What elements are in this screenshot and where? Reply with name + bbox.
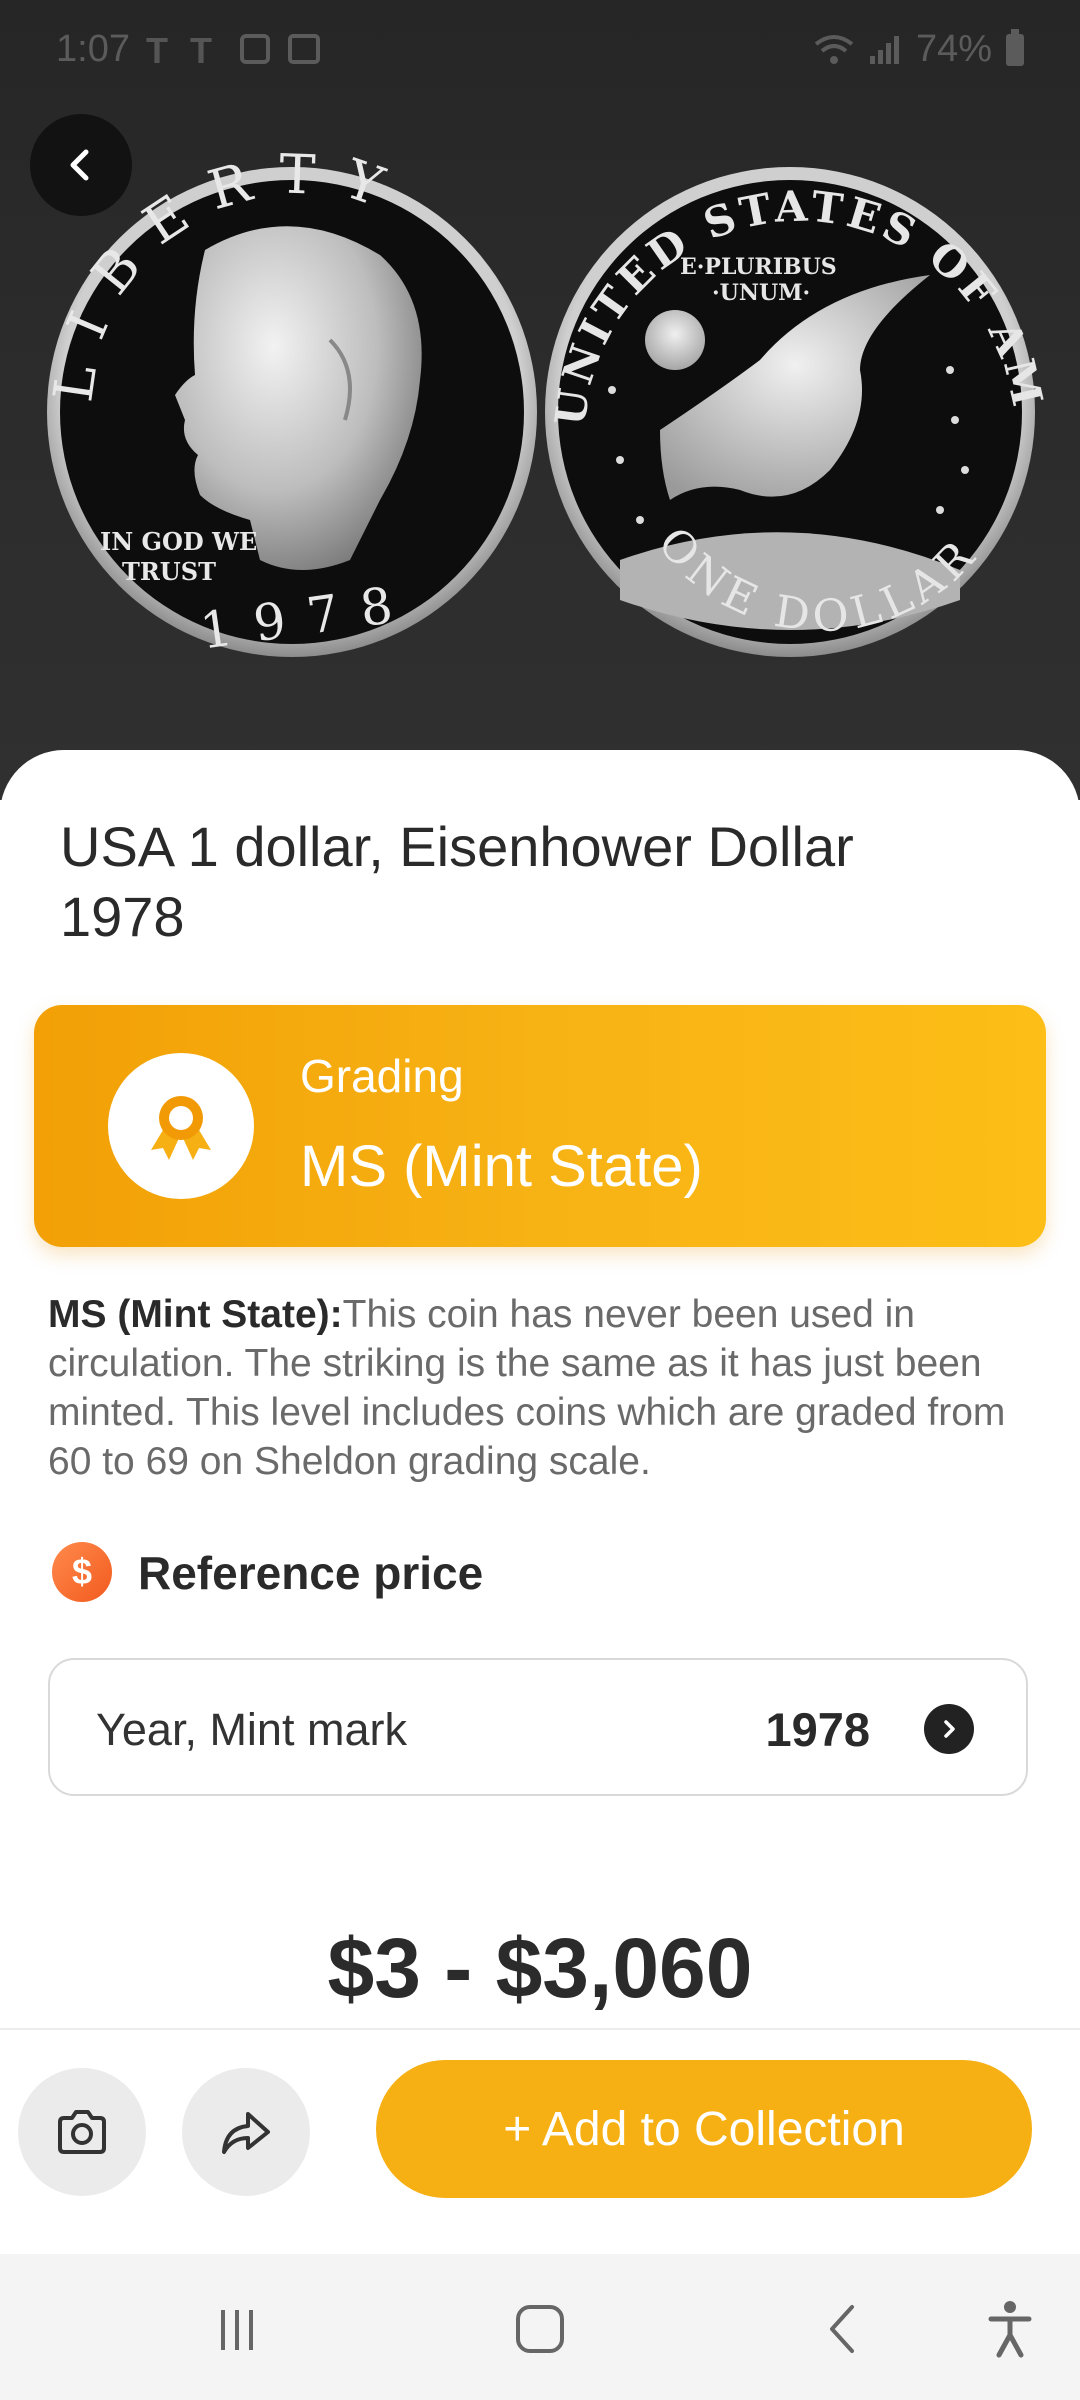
coin-image: LIBERTY IN GOD WE TRUST 1978 UNITED STAT… — [0, 140, 1049, 661]
camera-icon — [58, 2110, 106, 2154]
price-range: $3 - $3,060 — [327, 1921, 753, 2015]
battery-icon — [1006, 28, 1024, 66]
nav-back-button[interactable] — [808, 2294, 878, 2364]
gallery-icon — [288, 34, 320, 64]
svg-text:IN GOD WE: IN GOD WE — [100, 527, 257, 556]
recents-icon — [221, 2310, 253, 2350]
reference-price-heading: Reference price — [138, 1547, 484, 1599]
coin-detail-sheet: USA 1 dollar, Eisenhower Dollar 1978 Gra… — [0, 750, 1080, 2250]
svg-text:E·PLURIBUS: E·PLURIBUS — [680, 254, 837, 280]
grading-card[interactable]: Grading MS (Mint State) — [34, 1005, 1046, 1247]
accessibility-icon — [988, 2301, 1032, 2358]
grading-value: MS (Mint State) — [300, 1134, 703, 1199]
wifi-icon — [814, 34, 854, 64]
status-bar: 1:07 T T 74% — [0, 0, 1080, 100]
battery-percent: 74% — [915, 28, 992, 70]
year-mint-label: Year, Mint mark — [96, 1704, 407, 1755]
share-button[interactable] — [182, 2068, 310, 2196]
award-ribbon-icon — [151, 1096, 211, 1160]
nav-home-button[interactable] — [505, 2294, 575, 2364]
chevron-right-icon — [924, 1704, 974, 1754]
grading-badge — [108, 1053, 254, 1199]
grading-label: Grading — [300, 1050, 464, 1102]
home-icon — [516, 2305, 564, 2353]
grade-term: MS (Mint State): — [48, 1293, 343, 1336]
grade-description: MS (Mint State):This coin has never been… — [48, 1290, 1038, 1486]
back-arrow-icon — [70, 149, 89, 181]
carrier-icon: T — [190, 30, 212, 71]
signal-icon — [869, 35, 899, 64]
dollar-icon: $ — [52, 1542, 112, 1602]
notification-icon — [240, 34, 270, 64]
nav-accessibility-button[interactable] — [975, 2294, 1045, 2364]
camera-button[interactable] — [18, 2068, 146, 2196]
add-to-collection-button[interactable]: + Add to Collection — [376, 2060, 1032, 2198]
coin-hero: 1:07 T T 74% LIBERTY IN GOD WE TRUST 197… — [0, 0, 1080, 800]
svg-text:·UNUM·: ·UNUM· — [712, 280, 810, 306]
status-time: 1:07 — [56, 28, 130, 70]
back-button[interactable] — [30, 114, 132, 216]
coin-obverse: LIBERTY IN GOD WE TRUST 1978 — [41, 142, 537, 661]
bottom-action-bar: + Add to Collection — [0, 2028, 1080, 2256]
carrier-icon: T — [146, 30, 168, 71]
system-nav-bar — [0, 2254, 1080, 2400]
svg-text:TRUST: TRUST — [122, 557, 216, 586]
coin-title: USA 1 dollar, Eisenhower Dollar 1978 — [60, 815, 854, 948]
share-icon — [222, 2112, 270, 2154]
nav-recents-button[interactable] — [202, 2294, 272, 2364]
year-mint-selector[interactable]: Year, Mint mark 1978 — [48, 1658, 1028, 1796]
nav-back-icon — [830, 2305, 854, 2353]
year-value: 1978 — [765, 1703, 870, 1756]
